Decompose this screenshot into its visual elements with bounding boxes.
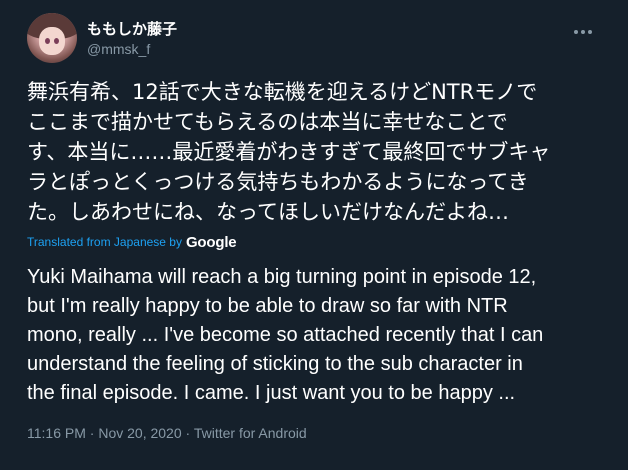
more-dot	[574, 30, 578, 34]
more-dot	[588, 30, 592, 34]
tweet-text-translated: Yuki Maihama will reach a big turning po…	[27, 266, 544, 404]
meta-separator: ·	[185, 425, 191, 441]
meta-separator: ·	[89, 425, 95, 441]
user-avatar[interactable]	[27, 13, 77, 63]
translated-label[interactable]: Translated from Japanese by	[27, 235, 182, 249]
tweet-metadata: 11:16 PM · Nov 20, 2020 · Twitter for An…	[27, 425, 307, 441]
avatar-eye-left	[45, 38, 50, 44]
user-handle[interactable]: @mmsk_f	[87, 41, 150, 57]
google-logo: Google	[185, 233, 237, 251]
tweet-date[interactable]: Nov 20, 2020	[98, 425, 181, 441]
more-horizontal-icon[interactable]	[567, 22, 599, 42]
more-dot	[581, 30, 585, 34]
display-name[interactable]: ももしか藤子	[87, 18, 177, 39]
tweet-time[interactable]: 11:16 PM	[27, 425, 86, 441]
translation-attribution[interactable]: Translated from Japanese by Google	[27, 233, 237, 251]
tweet-text-original: 舞浜有希、12話で大きな転機を迎えるけどNTRモノで ここまで描かせてもらえるの…	[27, 80, 551, 224]
tweet-source[interactable]: Twitter for Android	[194, 425, 307, 441]
tweet-card: ももしか藤子 @mmsk_f 舞浜有希、12話で大きな転機を迎えるけどNTRモノ…	[0, 0, 628, 470]
avatar-face	[39, 27, 65, 55]
avatar-eye-right	[54, 38, 59, 44]
